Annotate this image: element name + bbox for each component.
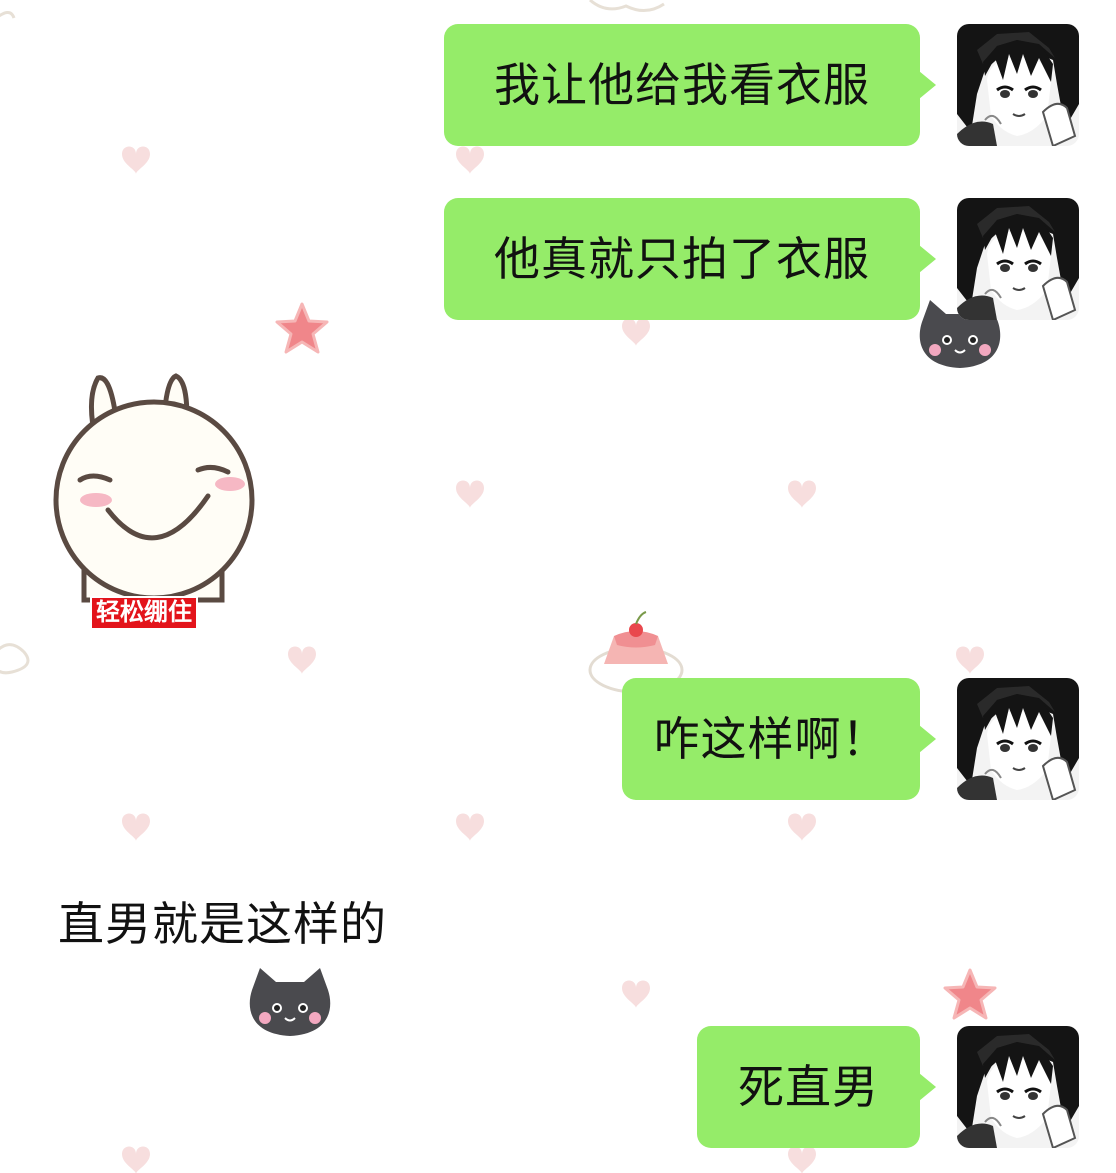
message-text: 我让他给我看衣服 <box>494 58 870 112</box>
message-bubble-self[interactable]: 死直男 <box>697 1026 920 1148</box>
manga-girl-avatar-icon <box>957 198 1079 320</box>
message-bubble-self[interactable]: 他真就只拍了衣服 <box>444 198 920 320</box>
smiling-bunny-sticker-icon <box>53 373 255 603</box>
sticker-message[interactable]: 轻松绷住 <box>40 368 270 630</box>
manga-girl-avatar-icon <box>957 24 1079 146</box>
manga-girl-avatar-icon <box>957 1026 1079 1148</box>
avatar[interactable] <box>957 678 1079 800</box>
message-text: 咋这样啊！ <box>653 712 889 766</box>
message-bubble-self[interactable]: 咋这样啊！ <box>622 678 920 800</box>
message-text: 他真就只拍了衣服 <box>494 232 870 286</box>
message-text: 死直男 <box>738 1060 879 1114</box>
avatar[interactable] <box>957 198 1079 320</box>
manga-girl-avatar-icon <box>957 678 1079 800</box>
avatar[interactable] <box>957 1026 1079 1148</box>
avatar[interactable] <box>957 24 1079 146</box>
sticker-caption: 轻松绷住 <box>90 596 198 630</box>
message-text-other[interactable]: 直男就是这样的 <box>58 888 387 954</box>
message-bubble-self[interactable]: 我让他给我看衣服 <box>444 24 920 146</box>
